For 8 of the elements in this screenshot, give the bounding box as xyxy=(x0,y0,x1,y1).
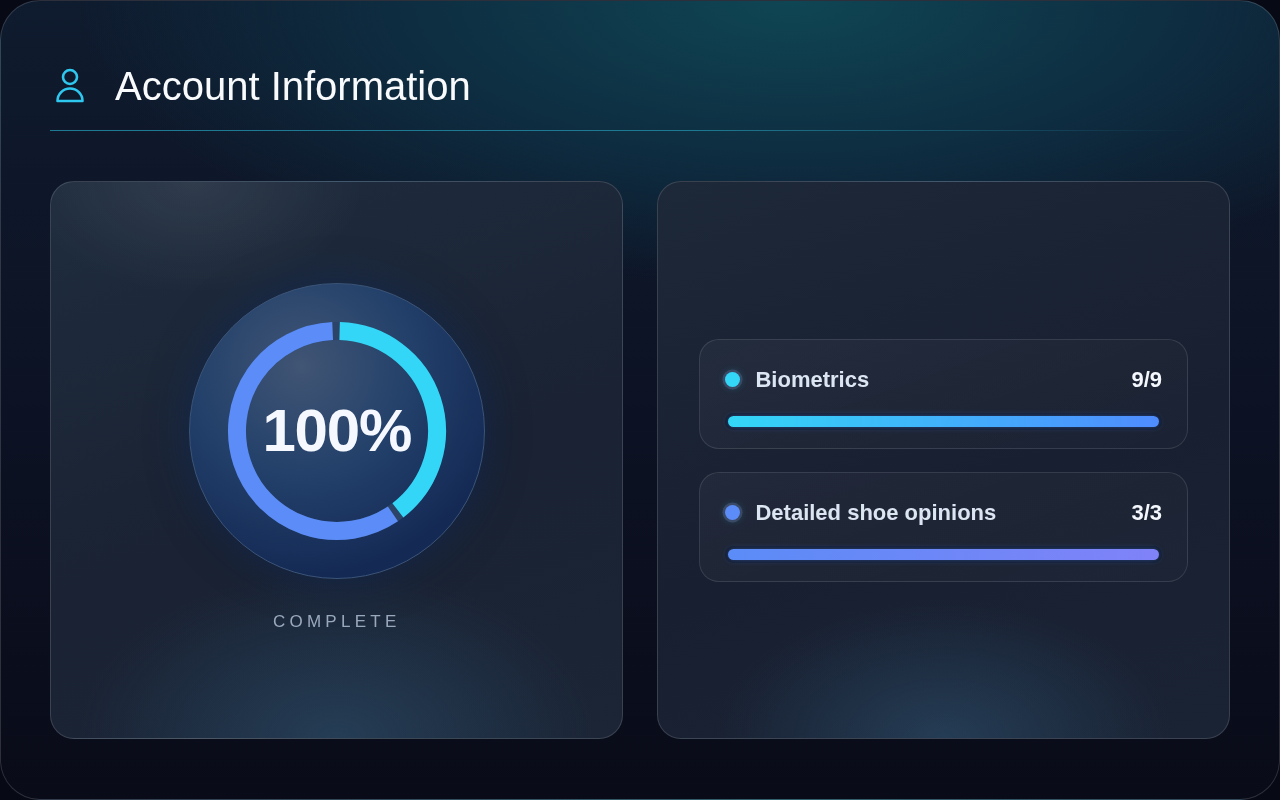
category-count: 9/9 xyxy=(1131,366,1162,394)
user-icon xyxy=(55,68,85,104)
category-name: Detailed shoe opinions xyxy=(755,499,997,527)
status-caption: COMPLETE xyxy=(272,611,401,633)
page-title: Account Information xyxy=(115,66,471,106)
category-name: Biometrics xyxy=(755,366,870,394)
category-count: 3/3 xyxy=(1131,499,1162,527)
percent-value: 100% xyxy=(262,396,412,466)
